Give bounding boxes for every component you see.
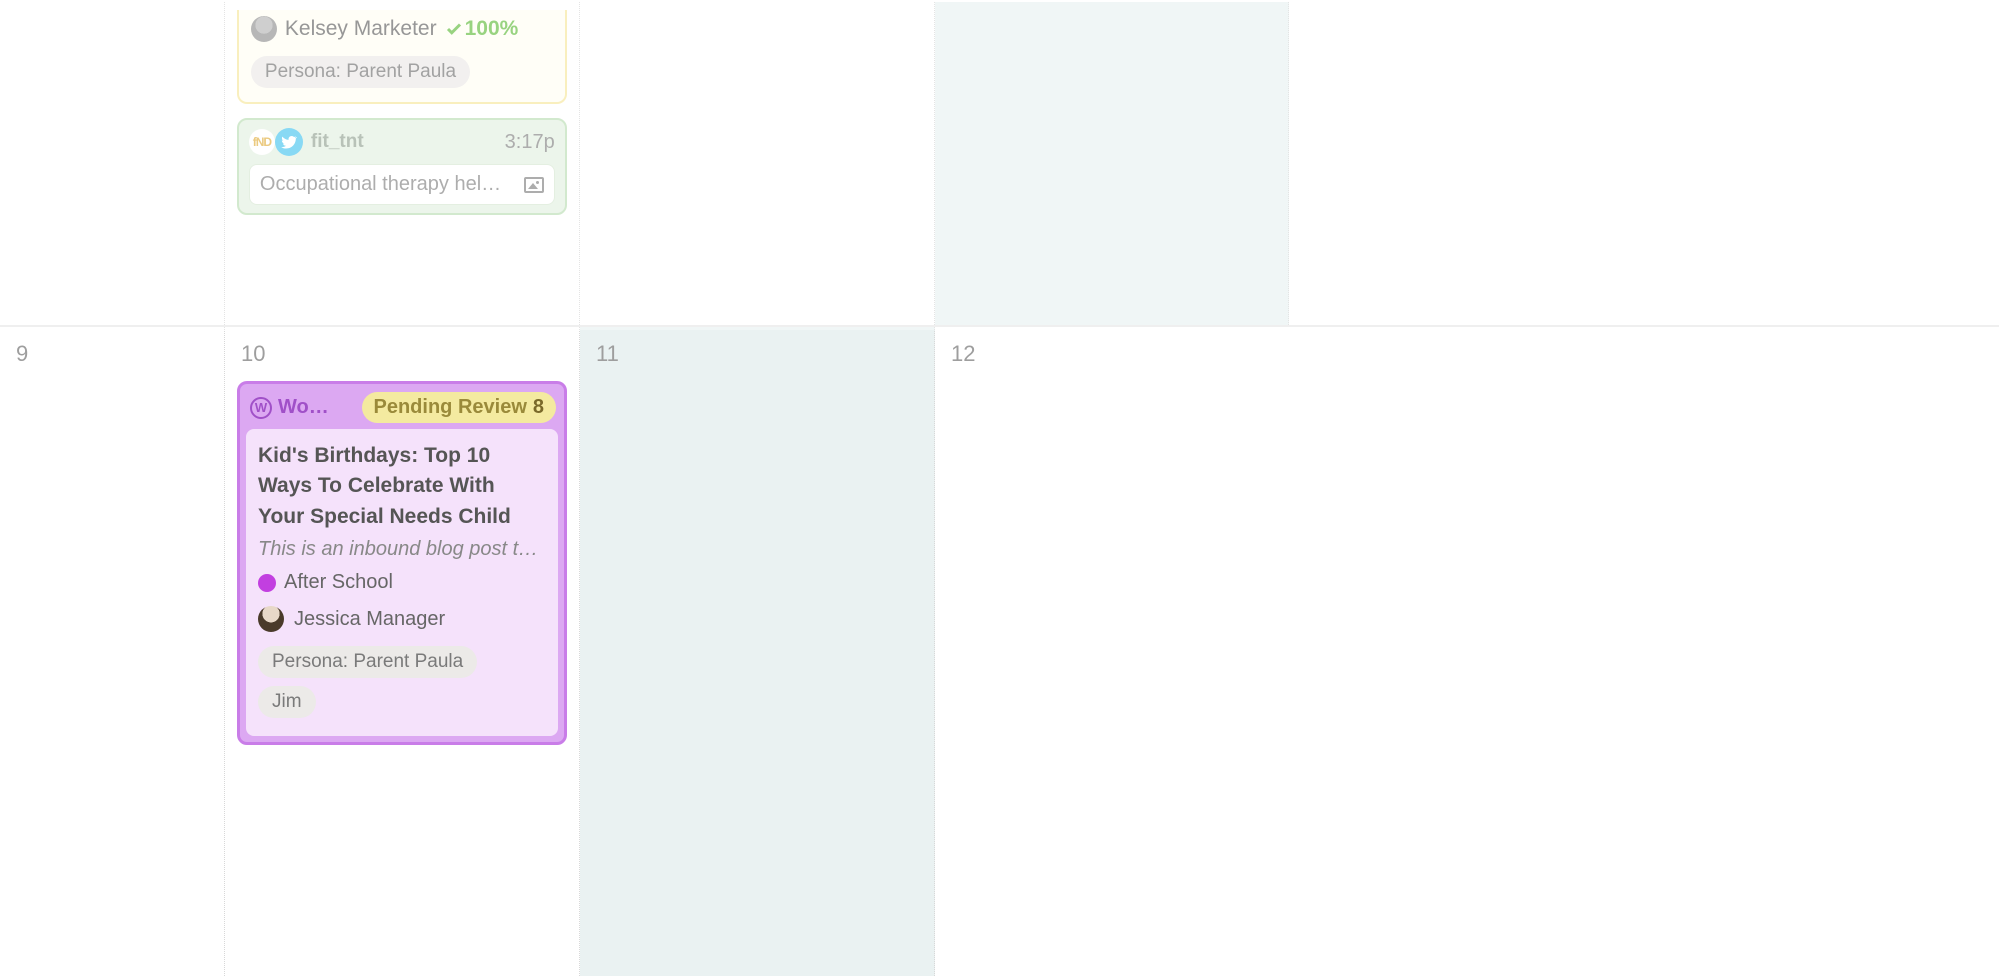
assignee-name: Kelsey Marketer: [285, 17, 437, 41]
status-text: Pending Review: [374, 396, 527, 419]
wordpress-icon: W: [250, 397, 272, 419]
tags-row: Persona: Parent Paula Jim: [258, 642, 546, 722]
twitter-icon: [275, 128, 303, 156]
social-post-body: Occupational therapy hel…: [249, 164, 555, 205]
status-pill[interactable]: Pending Review 8: [362, 392, 557, 423]
status-count: 8: [533, 396, 544, 419]
calendar-cell[interactable]: 12: [935, 327, 1290, 976]
completion-percent: 100%: [465, 17, 519, 41]
day-number: 12: [951, 341, 1278, 367]
manager-row: Jessica Manager: [258, 606, 546, 632]
manager-name: Jessica Manager: [294, 608, 445, 631]
platform-label: W Wor…: [250, 396, 336, 419]
avatar: [251, 16, 277, 42]
completion-badge: 100%: [445, 17, 519, 41]
check-icon: [445, 20, 463, 38]
category-label: After School: [284, 571, 393, 594]
content-description: This is an inbound blog post t…: [258, 538, 546, 561]
tag-pill[interactable]: Jim: [258, 686, 316, 718]
tag-pill[interactable]: Persona: Parent Paula: [251, 56, 470, 88]
calendar-cell-today[interactable]: 11: [580, 327, 935, 976]
calendar-week-row: 9 10 W Wor… Pending Review 8: [0, 325, 1999, 976]
day-number: 9: [16, 341, 212, 367]
calendar-week-row: Kelsey Marketer 100% Persona: Parent Pau…: [0, 0, 1999, 325]
calendar-cell[interactable]: 10 W Wor… Pending Review 8 Kid's Birthda…: [225, 327, 580, 976]
brand-avatar-icon: fND: [249, 129, 275, 155]
content-card-header: W Wor… Pending Review 8: [246, 390, 558, 429]
platform-text: Wor…: [278, 396, 336, 419]
image-attachment-icon: [524, 177, 544, 193]
social-post-text: Occupational therapy hel…: [260, 173, 516, 196]
content-card-selected[interactable]: W Wor… Pending Review 8 Kid's Birthdays:…: [237, 381, 567, 745]
tag-pill[interactable]: Persona: Parent Paula: [258, 646, 477, 678]
day-number: 10: [241, 341, 567, 367]
calendar-cell[interactable]: [0, 2, 225, 325]
social-post-time: 3:17p: [505, 131, 555, 154]
social-card-header: fND fit_tnt 3:17p: [249, 128, 555, 156]
content-card-body: Kid's Birthdays: Top 10 Ways To Celebrat…: [246, 429, 558, 736]
calendar-cell[interactable]: [580, 2, 935, 325]
social-account: fND fit_tnt: [249, 128, 364, 156]
calendar-cell[interactable]: 9: [0, 327, 225, 976]
social-post-card[interactable]: fND fit_tnt 3:17p Occupational therapy h…: [237, 118, 567, 215]
content-card[interactable]: Kelsey Marketer 100% Persona: Parent Pau…: [237, 10, 567, 104]
avatar: [258, 606, 284, 632]
day-number: 11: [596, 341, 922, 367]
calendar-grid: Kelsey Marketer 100% Persona: Parent Pau…: [0, 0, 1999, 976]
assignee-row: Kelsey Marketer 100%: [251, 16, 553, 42]
calendar-cell[interactable]: Kelsey Marketer 100% Persona: Parent Pau…: [225, 2, 580, 325]
content-title: Kid's Birthdays: Top 10 Ways To Celebrat…: [258, 441, 546, 532]
calendar-cell[interactable]: [1289, 2, 1644, 325]
social-account-name: fit_tnt: [311, 131, 364, 153]
calendar-cell-today[interactable]: [935, 2, 1290, 325]
category-row: After School: [258, 571, 546, 594]
category-dot-icon: [258, 574, 276, 592]
